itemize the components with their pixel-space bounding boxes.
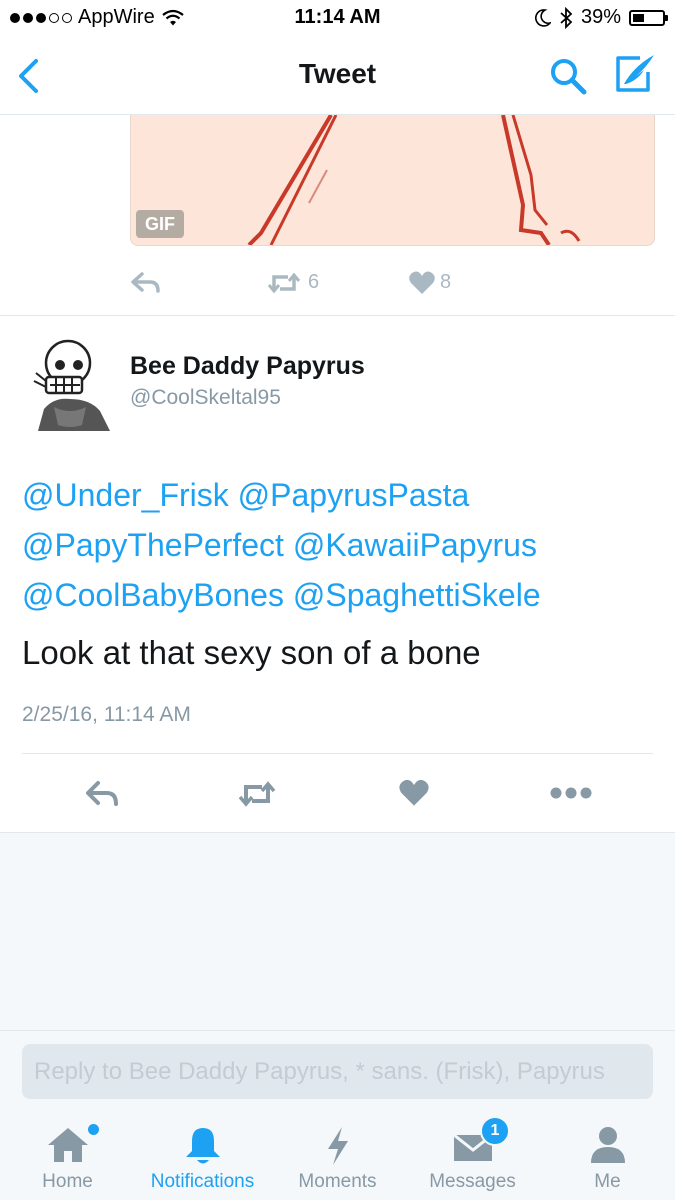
tab-label: Home: [42, 1171, 93, 1192]
tab-label: Notifications: [150, 1171, 255, 1192]
divider: [22, 753, 653, 754]
battery-icon: [629, 9, 668, 26]
battery-percent: 39%: [580, 6, 621, 28]
gif-artwork: [247, 115, 581, 245]
retweet-count: 6: [308, 271, 320, 293]
messages-badge: 1: [480, 1116, 510, 1146]
heart-icon[interactable]: [408, 270, 436, 296]
mention-link[interactable]: @PapyrusPasta: [238, 477, 470, 513]
lightning-icon: [327, 1127, 348, 1165]
heart-icon[interactable]: [398, 778, 430, 808]
moon-icon: [535, 8, 551, 27]
mention-link[interactable]: @SpaghettiSkele: [293, 577, 541, 613]
bell-icon: [185, 1128, 220, 1164]
search-icon[interactable]: [548, 56, 588, 96]
mention-link[interactable]: @PapyThePerfect: [22, 527, 284, 563]
retweet-icon[interactable]: [266, 272, 302, 294]
tweet-text: Look at that sexy son of a bone: [22, 634, 481, 671]
mention-link[interactable]: @KawaiiPapyrus: [293, 527, 537, 563]
home-icon: [47, 1128, 88, 1162]
tweet-mentions: @Under_Frisk @PapyrusPasta @PapyThePerfe…: [22, 470, 662, 620]
tab-label: Moments: [298, 1171, 377, 1192]
reply-input[interactable]: [22, 1044, 653, 1099]
tab-notifications[interactable]: Notifications: [135, 1113, 270, 1200]
retweet-icon[interactable]: [236, 780, 278, 808]
more-options-icon[interactable]: [550, 787, 592, 799]
avatar[interactable]: [24, 337, 116, 431]
tweet-timestamp: 2/25/16, 11:14 AM: [22, 703, 191, 726]
like-count: 8: [440, 271, 452, 293]
bluetooth-icon: [560, 6, 573, 29]
user-handle[interactable]: @CoolSkeltal95: [130, 386, 281, 410]
mention-link[interactable]: @Under_Frisk: [22, 477, 229, 513]
gif-badge: GIF: [136, 210, 184, 238]
tab-label: Messages: [429, 1171, 516, 1192]
display-name[interactable]: Bee Daddy Papyrus: [130, 352, 365, 381]
skeleton-avatar-image: [33, 339, 110, 431]
tab-home[interactable]: Home: [0, 1113, 135, 1200]
tab-messages[interactable]: Messages: [405, 1113, 540, 1200]
reply-icon[interactable]: [84, 780, 120, 808]
tab-me[interactable]: Me: [540, 1113, 675, 1200]
tab-label: Me: [594, 1171, 621, 1192]
compose-icon[interactable]: [612, 52, 658, 96]
person-icon: [590, 1127, 625, 1163]
gif-media[interactable]: [130, 115, 655, 246]
status-bar-right: 39%: [535, 6, 668, 29]
tab-moments[interactable]: Moments: [270, 1113, 405, 1200]
new-content-dot: [88, 1124, 99, 1135]
mention-link[interactable]: @CoolBabyBones: [22, 577, 284, 613]
reply-icon[interactable]: [130, 271, 162, 295]
